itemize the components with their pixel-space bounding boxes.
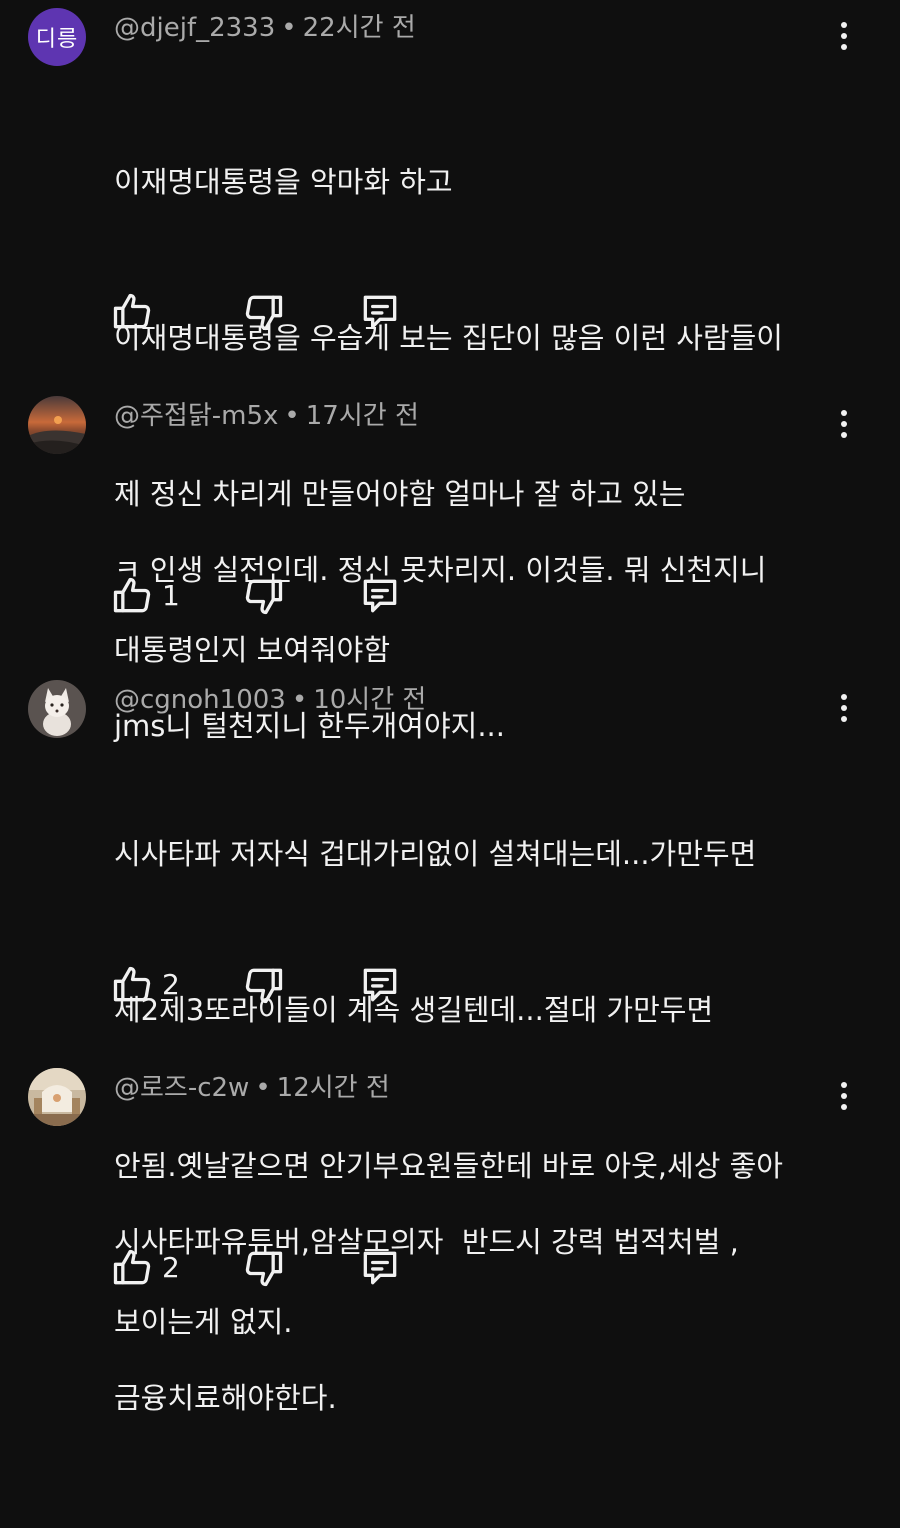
more-dot [841, 1104, 847, 1110]
reply-comment-icon [363, 579, 397, 613]
comment-line: 금융치료해야한다. [114, 1381, 337, 1415]
like-count: 2 [162, 968, 180, 1001]
like-button[interactable]: 1 [110, 574, 180, 618]
avatar[interactable]: 디릉 [28, 8, 86, 66]
more-dot [841, 33, 847, 39]
comment-meta: @djejf_2333 • 22시간 전 [114, 10, 416, 46]
meta-separator: • [281, 13, 297, 43]
reply-comment-icon [363, 968, 397, 1002]
thumb-up-icon [113, 966, 151, 1002]
more-options-button[interactable] [828, 1076, 860, 1116]
avatar-initials: 디릉 [35, 27, 79, 52]
comment-author[interactable]: @djejf_2333 [114, 13, 275, 43]
thumb-down-icon [245, 1251, 283, 1287]
comment-actions: 2 [110, 963, 430, 1007]
comment-actions: 2 [110, 1246, 430, 1290]
avatar-sunset-image [28, 396, 86, 454]
avatar-fox-image [28, 680, 86, 738]
more-dot [841, 1093, 847, 1099]
more-options-button[interactable] [828, 16, 860, 56]
comment-meta: @로즈-c2w • 12시간 전 [114, 1070, 390, 1106]
comment-author[interactable]: @로즈-c2w [114, 1073, 249, 1103]
comment-meta: @주접닭-m5x • 17시간 전 [114, 398, 419, 434]
more-dot [841, 432, 847, 438]
like-button[interactable] [110, 290, 162, 334]
comment-item: @주접닭-m5x • 17시간 전 ㅋ 인생 실전인데. 정신 못차리지. 이것들.… [0, 388, 900, 743]
meta-separator: • [291, 685, 308, 715]
comment-author[interactable]: @주접닭-m5x [114, 401, 278, 431]
reply-button[interactable] [358, 963, 402, 1007]
comment-item: @cgnoh1003 • 10시간 전 시사타파 저자식 겁대가리없이 설쳐대는데.… [0, 672, 900, 1339]
like-count: 1 [162, 579, 180, 612]
thumb-down-icon [245, 968, 283, 1004]
more-vertical-icon [841, 694, 847, 700]
like-button[interactable]: 2 [110, 1246, 180, 1290]
like-button[interactable]: 2 [110, 963, 180, 1007]
more-vertical-icon [841, 410, 847, 416]
thumb-down-icon [245, 579, 283, 615]
comment-meta: @cgnoh1003 • 10시간 전 [114, 682, 426, 718]
dislike-button[interactable] [242, 290, 286, 334]
dislike-button[interactable] [242, 1246, 286, 1290]
comment-line: 이재명대통령을 악마화 하고 [114, 165, 453, 199]
reply-button[interactable] [358, 1246, 402, 1290]
avatar[interactable] [28, 680, 86, 738]
comment-actions: 1 [110, 574, 430, 618]
more-dot [841, 421, 847, 427]
meta-separator: • [255, 1073, 271, 1103]
reply-button[interactable] [358, 290, 402, 334]
more-vertical-icon [841, 1082, 847, 1088]
dislike-button[interactable] [242, 963, 286, 1007]
like-count: 2 [162, 1251, 180, 1284]
comment-item: @로즈-c2w • 12시간 전 시사타파유튜버,암살모의자 반드시 강력 법적처벌… [0, 1060, 900, 1415]
avatar[interactable] [28, 1068, 86, 1126]
reply-button[interactable] [358, 574, 402, 618]
comment-item: 디릉 @djejf_2333 • 22시간 전 이재명대통령을 악마화 하고 이재명… [0, 0, 900, 667]
thumb-up-icon [113, 1249, 151, 1285]
reply-comment-icon [363, 295, 397, 329]
more-dot [841, 44, 847, 50]
more-options-button[interactable] [828, 404, 860, 444]
more-dot [841, 705, 847, 711]
more-vertical-icon [841, 22, 847, 28]
comment-line: 시사타파 저자식 겁대가리없이 설쳐대는데...가만두면 [114, 837, 757, 871]
comment-actions [110, 290, 430, 334]
reply-comment-icon [363, 1251, 397, 1285]
avatar[interactable] [28, 396, 86, 454]
comment-time: 17시간 전 [305, 401, 419, 431]
comment-text: 시사타파유튜버,암살모의자 반드시 강력 법적처벌 , 금융치료해야한다. [114, 1112, 834, 1528]
comment-time: 22시간 전 [302, 13, 416, 43]
comment-author[interactable]: @cgnoh1003 [114, 685, 286, 715]
more-options-button[interactable] [828, 688, 860, 728]
comment-time: 12시간 전 [276, 1073, 390, 1103]
avatar-room-image [28, 1068, 86, 1126]
more-dot [841, 716, 847, 722]
dislike-button[interactable] [242, 574, 286, 618]
comment-time: 10시간 전 [313, 685, 427, 715]
meta-separator: • [284, 401, 300, 431]
thumb-up-icon [113, 293, 151, 329]
thumb-up-icon [113, 577, 151, 613]
thumb-down-icon [245, 295, 283, 331]
